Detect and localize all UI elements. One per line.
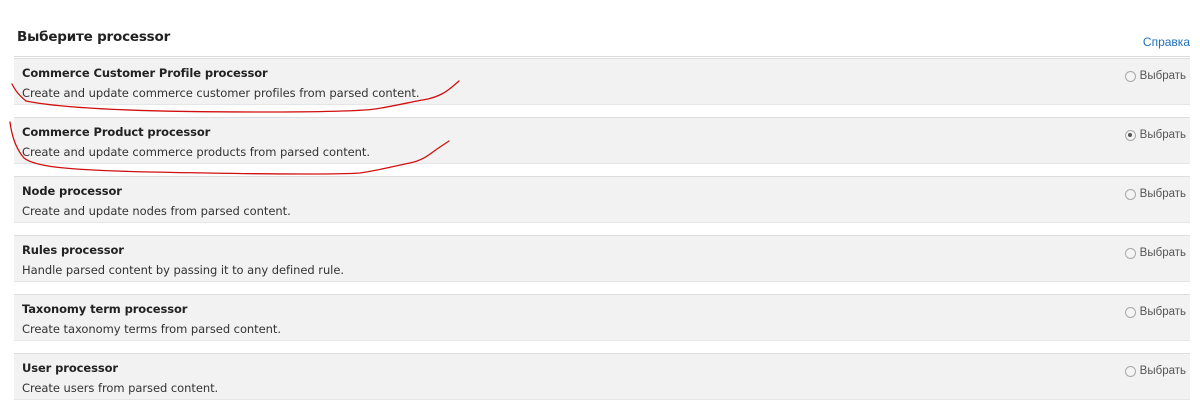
processor-description: Handle parsed content by passing it to a… — [22, 263, 344, 277]
processor-row-user: User processor Create users from parsed … — [14, 353, 1190, 400]
processor-row-node: Node processor Create and update nodes f… — [14, 176, 1190, 223]
select-label: Выбрать — [1139, 129, 1186, 141]
select-label: Выбрать — [1139, 188, 1186, 200]
radio-icon[interactable] — [1124, 70, 1136, 82]
processor-title: Rules processor — [22, 243, 124, 257]
radio-icon[interactable] — [1124, 247, 1136, 259]
processor-list: Commerce Customer Profile processor Crea… — [14, 58, 1190, 412]
radio-icon[interactable] — [1124, 129, 1136, 141]
select-radio-option[interactable]: Выбрать — [1124, 306, 1186, 318]
processor-description: Create users from parsed content. — [22, 381, 219, 395]
processor-selection-page: Выберите processor Справка Commerce Cust… — [0, 0, 1200, 408]
select-radio-option[interactable]: Выбрать — [1124, 70, 1186, 82]
select-radio-option[interactable]: Выбрать — [1124, 247, 1186, 259]
processor-row-rules: Rules processor Handle parsed content by… — [14, 235, 1190, 282]
processor-title: Commerce Product processor — [22, 125, 211, 139]
select-label: Выбрать — [1139, 70, 1186, 82]
select-label: Выбрать — [1139, 306, 1186, 318]
processor-description: Create and update commerce products from… — [22, 145, 370, 159]
section-title: Выберите processor — [17, 29, 171, 45]
processor-title: Taxonomy term processor — [22, 302, 188, 316]
processor-description: Create and update nodes from parsed cont… — [22, 204, 291, 218]
select-radio-option[interactable]: Выбрать — [1124, 365, 1186, 377]
processor-description: Create taxonomy terms from parsed conten… — [22, 322, 281, 336]
radio-icon[interactable] — [1124, 188, 1136, 200]
section-divider — [14, 56, 1190, 57]
processor-title: User processor — [22, 361, 118, 375]
processor-row-taxonomy-term: Taxonomy term processor Create taxonomy … — [14, 294, 1190, 341]
select-label: Выбрать — [1139, 365, 1186, 377]
radio-icon[interactable] — [1124, 365, 1136, 377]
processor-row-commerce-customer-profile: Commerce Customer Profile processor Crea… — [14, 58, 1190, 105]
help-link[interactable]: Справка — [1143, 35, 1190, 49]
select-radio-option[interactable]: Выбрать — [1124, 129, 1186, 141]
select-label: Выбрать — [1139, 247, 1186, 259]
processor-row-commerce-product: Commerce Product processor Create and up… — [14, 117, 1190, 164]
processor-title: Node processor — [22, 184, 122, 198]
processor-description: Create and update commerce customer prof… — [22, 86, 420, 100]
select-radio-option[interactable]: Выбрать — [1124, 188, 1186, 200]
radio-icon[interactable] — [1124, 306, 1136, 318]
processor-title: Commerce Customer Profile processor — [22, 66, 268, 80]
